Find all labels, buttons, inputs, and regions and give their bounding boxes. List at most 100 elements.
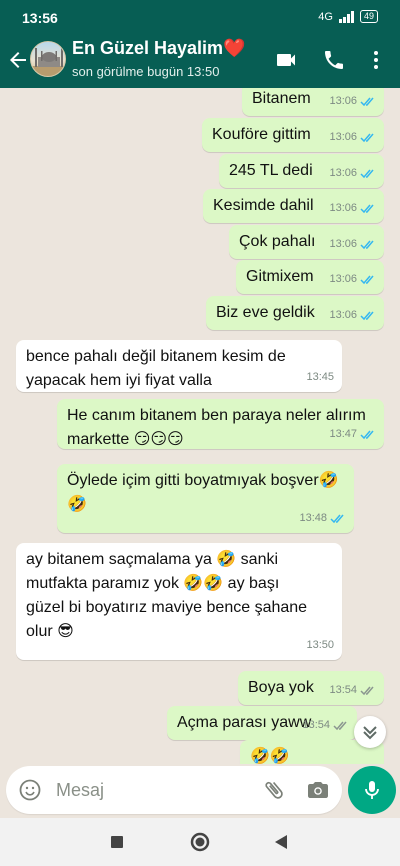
read-ticks-icon [330,514,344,523]
message-text: Bitanem [252,88,311,111]
outgoing-message[interactable]: Açma parası yaww 13:54 [167,706,357,740]
outgoing-message[interactable]: He canım bitanem ben paraya neler alırım… [57,399,384,449]
message-time: 13:06 [329,273,357,285]
message-text: Öylede içim gitti boyatmıyak boşver🤣 🤣 [67,469,339,517]
message-line: bence pahalı değil bitanem kesim de [26,348,286,365]
message-line: 🤣🤣 [250,748,290,764]
voice-record-button[interactable] [348,766,396,814]
message-meta: 13:06 [329,303,376,327]
nav-home-icon[interactable] [190,832,210,852]
message-meta: 13:06 [329,267,376,291]
status-bar: 13:56 4G 49 [0,0,400,36]
outgoing-message[interactable]: Öylede içim gitti boyatmıyak boşver🤣 🤣 13:… [57,464,354,533]
incoming-message[interactable]: ay bitanem saçmalama ya 🤣 sanki mutfakta … [16,543,342,660]
message-list[interactable]: Bitanem 13:06 Kouföre gittim 13:06 245 TL de… [0,88,400,764]
chat-header: En Güzel Hayalim❤️ son görülme bugün 13:… [0,36,400,88]
message-time: 13:45 [306,371,334,383]
delivered-ticks-icon [360,686,374,695]
battery-icon: 49 [359,10,378,23]
outgoing-message[interactable]: Çok pahalı 13:06 [229,225,384,259]
outgoing-message[interactable]: 245 TL dedi 13:06 [219,154,384,188]
outgoing-message[interactable]: Gitmixem 13:06 [236,260,384,294]
message-meta: 13:54 [329,678,376,702]
message-line: Çok pahalı [239,233,316,250]
message-time: 13:47 [329,428,357,440]
incoming-message[interactable]: bence pahalı değil bitanem kesim de yapac… [16,340,342,392]
message-line: 🤣 [67,496,87,513]
read-ticks-icon [360,169,374,178]
message-text: Boya yok [248,676,314,700]
avatar[interactable] [30,41,66,77]
phone-icon[interactable] [322,48,346,72]
message-meta: 13:06 [329,161,376,185]
message-text: Biz eve geldik [216,301,315,325]
message-line: 245 TL dedi [229,162,313,179]
message-meta: 13:47 [329,422,376,446]
message-text: Açma parası yaww [177,711,311,735]
message-meta: 13:45 [306,365,334,389]
message-line: He canım bitanem ben paraya neler alırım [67,407,366,424]
message-time: 13:54 [302,719,330,731]
paperclip-icon[interactable] [262,778,286,802]
camera-icon[interactable] [306,778,330,802]
message-line: ay bitanem saçmalama ya 🤣 sanki [26,551,279,568]
read-ticks-icon [360,430,374,439]
scroll-to-bottom-button[interactable] [354,716,386,748]
message-line: olur 😎 [26,623,74,640]
contact-name[interactable]: En Güzel Hayalim❤️ [72,38,245,59]
read-ticks-icon [360,311,374,320]
read-ticks-icon [360,275,374,284]
message-time: 13:48 [299,512,327,524]
message-meta: 13:54 [302,713,349,737]
message-text: Çok pahalı [239,230,316,254]
message-text: 🤣🤣 [250,745,290,764]
message-input[interactable]: Mesaj [56,780,104,801]
message-line: Kouföre gittim [212,126,311,143]
message-composer[interactable]: Mesaj [6,766,342,814]
message-line: Gitmixem [246,268,314,285]
message-time: 13:06 [329,95,357,107]
nav-back-icon[interactable] [274,834,288,850]
message-meta: 13:48 [299,506,346,530]
message-line: mutfakta paramız yok 🤣🤣 ay başı [26,575,280,592]
last-seen-status: son görülme bugün 13:50 [72,64,220,79]
video-call-icon[interactable] [274,48,298,72]
message-time: 13:06 [329,202,357,214]
outgoing-message[interactable]: Kesimde dahil 13:06 [203,189,384,223]
message-text: He canım bitanem ben paraya neler alırım… [67,404,366,452]
message-text: Gitmixem [246,265,314,289]
read-ticks-icon [360,204,374,213]
message-line: Öylede içim gitti boyatmıyak boşver🤣 [67,472,339,489]
outgoing-message[interactable]: Kouföre gittim 13:06 [202,118,384,152]
chevron-double-down-icon [363,726,377,740]
message-time: 13:50 [306,639,334,651]
message-time: 13:06 [329,131,357,143]
message-line: markette 😏😏😏 [67,431,184,448]
message-line: Bitanem [252,90,311,107]
message-line: Boya yok [248,679,314,696]
mosque-photo [31,48,65,76]
network-label: 4G [318,10,333,23]
message-text: 245 TL dedi [229,159,313,183]
signal-icon [338,10,354,23]
message-meta: 13:06 [329,232,376,256]
message-time: 13:06 [329,238,357,250]
outgoing-message[interactable]: Boya yok 13:54 [238,671,384,705]
message-meta: 13:06 [329,125,376,149]
outgoing-message[interactable]: Bitanem 13:06 [242,88,384,116]
nav-recents-icon[interactable] [110,835,124,849]
message-meta: 13:06 [329,89,376,113]
arrow-left-icon[interactable] [6,48,30,72]
outgoing-message[interactable]: Biz eve geldik 13:06 [206,296,384,330]
message-line: güzel bi boyatırız maviye bence şahane [26,599,308,616]
message-text: Kesimde dahil [213,194,314,218]
read-ticks-icon [360,97,374,106]
message-meta: 13:06 [329,196,376,220]
emoji-icon[interactable] [18,778,42,802]
status-time: 13:56 [22,10,58,26]
message-line: Biz eve geldik [216,304,315,321]
message-text: Kouföre gittim [212,123,311,147]
more-vert-icon[interactable] [364,48,388,72]
message-time: 13:06 [329,167,357,179]
message-text: ay bitanem saçmalama ya 🤣 sanki mutfakta … [26,548,307,644]
